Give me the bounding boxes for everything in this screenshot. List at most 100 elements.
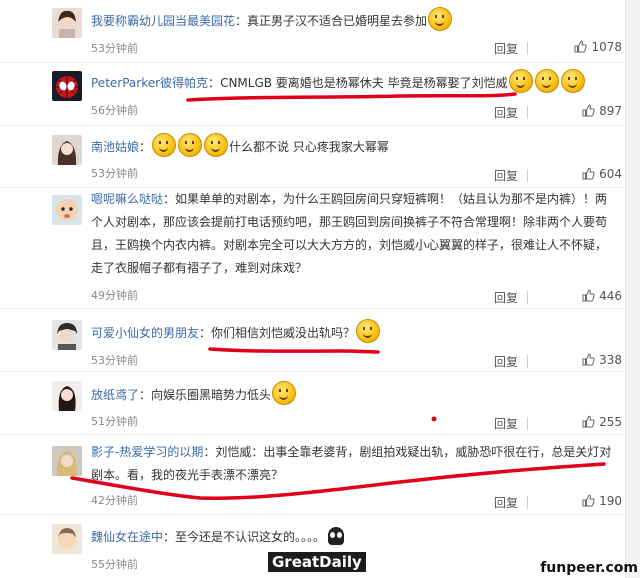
avatar[interactable] (52, 195, 82, 225)
smiley-emoji-icon (178, 133, 203, 157)
comment-body: 至今还是不认识这女的。。。。 (175, 530, 326, 544)
smiley-emoji-icon (152, 133, 177, 157)
divider (527, 291, 528, 304)
username-link[interactable]: 嗯呢嘛么哒哒 (91, 192, 163, 206)
comment-body: 什么都不说 只心疼我家大幂幂 (229, 140, 389, 154)
like-count: 190 (599, 494, 622, 508)
like-button[interactable]: 604 (582, 167, 622, 181)
comment-text: 南池姑娘： 什么都不说 只心疼我家大幂幂 (91, 133, 612, 159)
comment-text: 魏仙女在途中：至今还是不认识这女的。。。。 (91, 526, 612, 549)
comment-item: 南池姑娘： 什么都不说 只心疼我家大幂幂 53分钟前 回复 604 (0, 125, 624, 188)
comment-actions: 回复 897 (484, 104, 624, 120)
timestamp: 55分钟前 (91, 558, 138, 571)
avatar[interactable] (52, 381, 82, 411)
comment-actions: 回复 255 (484, 415, 624, 431)
thumbs-up-icon (582, 289, 595, 302)
avatar[interactable] (52, 524, 82, 554)
timestamp: 56分钟前 (91, 104, 138, 117)
avatar[interactable] (52, 135, 82, 165)
username-link[interactable]: PeterParker彼得帕克 (91, 76, 208, 90)
like-button[interactable]: 255 (582, 415, 622, 429)
reply-button[interactable]: 回复 (494, 104, 518, 121)
divider (527, 355, 528, 368)
timestamp: 51分钟前 (91, 415, 138, 428)
like-count: 1078 (591, 40, 622, 54)
smiley-emoji-icon (560, 69, 585, 93)
divider (527, 42, 528, 55)
timestamp: 53分钟前 (91, 42, 138, 55)
comment-item: PeterParker彼得帕克：CNMLGB 要离婚也是杨幂休夫 毕竟是杨幂娶了… (0, 62, 624, 126)
timestamp: 42分钟前 (91, 494, 138, 507)
comment-actions: 回复 604 (484, 167, 624, 183)
comment-item: 可爱小仙女的男朋友：你们相信刘恺威没出轨吗？ 53分钟前 回复 338 (0, 308, 624, 372)
reply-button[interactable]: 回复 (494, 40, 518, 57)
thumbs-up-icon (582, 167, 595, 180)
comment-body: CNMLGB 要离婚也是杨幂休夫 毕竟是杨幂娶了刘恺威 (220, 76, 508, 90)
watermark-right: funpeer.com (540, 560, 638, 576)
comment-body: 你们相信刘恺威没出轨吗？ (211, 326, 356, 340)
comment-body: 向娱乐圈黑暗势力低头 (151, 388, 272, 402)
reply-button[interactable]: 回复 (494, 494, 518, 511)
comment-text: 影子-热爱学习的以期：刘恺威：出事全靠老婆背，剧组拍戏疑出轨，威胁恐吓很在行，总… (91, 445, 612, 482)
username-link[interactable]: 放纸鸢了 (91, 388, 139, 402)
username-link[interactable]: 我要称霸幼儿园当最美园花 (91, 14, 235, 28)
thumbs-up-icon (582, 494, 595, 507)
smiley-emoji-icon (534, 69, 559, 93)
username-link[interactable]: 影子-热爱学习的以期 (91, 445, 203, 459)
thumbs-up-icon (582, 415, 595, 428)
smiley-emoji-icon (356, 319, 381, 343)
thumbs-up-icon (582, 353, 595, 366)
like-count: 897 (599, 104, 622, 118)
timestamp: 53分钟前 (91, 167, 138, 180)
smiley-emoji-icon (204, 133, 229, 157)
reply-button[interactable]: 回复 (494, 289, 518, 306)
comment-body: 真正男子汉不适合已婚明星去参加 (247, 14, 428, 28)
smiley-emoji-icon (272, 381, 297, 405)
like-button[interactable]: 897 (582, 104, 622, 118)
comment-actions: 回复 1078 (484, 40, 624, 56)
avatar[interactable] (52, 71, 82, 101)
divider (527, 169, 528, 182)
timestamp: 53分钟前 (91, 354, 138, 367)
comment-item: 放纸鸢了：向娱乐圈黑暗势力低头 51分钟前 回复 255 (0, 371, 624, 435)
reply-button[interactable]: 回复 (494, 415, 518, 432)
username-link[interactable]: 南池姑娘 (91, 140, 139, 154)
like-button[interactable]: 1078 (574, 40, 622, 54)
smiley-emoji-icon (428, 7, 453, 31)
like-count: 604 (599, 167, 622, 181)
avatar[interactable] (52, 320, 82, 350)
like-count: 338 (599, 353, 622, 367)
comment-text: 嗯呢嘛么哒哒：如果单单的对剧本，为什么王鸥回房间只穿短裤啊！（姑且认为那不是内裤… (91, 192, 608, 275)
thumbs-up-icon (582, 104, 595, 117)
comment-actions: 回复 190 (484, 494, 624, 510)
like-button[interactable]: 338 (582, 353, 622, 367)
timestamp: 49分钟前 (91, 289, 138, 302)
divider (527, 106, 528, 119)
like-button[interactable]: 446 (582, 289, 622, 303)
like-button[interactable]: 190 (582, 494, 622, 508)
divider (527, 496, 528, 509)
comment-item: 影子-热爱学习的以期：刘恺威：出事全靠老婆背，剧组拍戏疑出轨，威胁恐吓很在行，总… (0, 434, 624, 515)
comment-text: 可爱小仙女的男朋友：你们相信刘恺威没出轨吗？ (91, 319, 612, 345)
smiley-emoji-icon (508, 69, 533, 93)
comment-item: 我要称霸幼儿园当最美园花：真正男子汉不适合已婚明星去参加 53分钟前 回复 10… (0, 0, 624, 63)
scrollbar[interactable] (625, 0, 640, 578)
reply-button[interactable]: 回复 (494, 353, 518, 370)
comment-actions: 回复 338 (484, 353, 624, 369)
avatar[interactable] (52, 8, 82, 38)
comment-item: 嗯呢嘛么哒哒：如果单单的对剧本，为什么王鸥回房间只穿短裤啊！（姑且认为那不是内裤… (0, 187, 624, 309)
username-link[interactable]: 魏仙女在途中 (91, 530, 163, 544)
comment-text: PeterParker彼得帕克：CNMLGB 要离婚也是杨幂休夫 毕竟是杨幂娶了… (91, 69, 612, 95)
ghost-emoji-icon (328, 527, 345, 545)
reply-button[interactable]: 回复 (494, 167, 518, 184)
comment-actions: 回复 446 (484, 289, 624, 305)
watermark-left: GreatDaily (268, 552, 366, 572)
avatar[interactable] (52, 446, 82, 476)
comment-text: 放纸鸢了：向娱乐圈黑暗势力低头 (91, 381, 612, 407)
divider (527, 417, 528, 430)
like-count: 255 (599, 415, 622, 429)
comment-text: 我要称霸幼儿园当最美园花：真正男子汉不适合已婚明星去参加 (91, 7, 612, 33)
thumbs-up-icon (574, 40, 588, 53)
username-link[interactable]: 可爱小仙女的男朋友 (91, 326, 199, 340)
like-count: 446 (599, 289, 622, 303)
